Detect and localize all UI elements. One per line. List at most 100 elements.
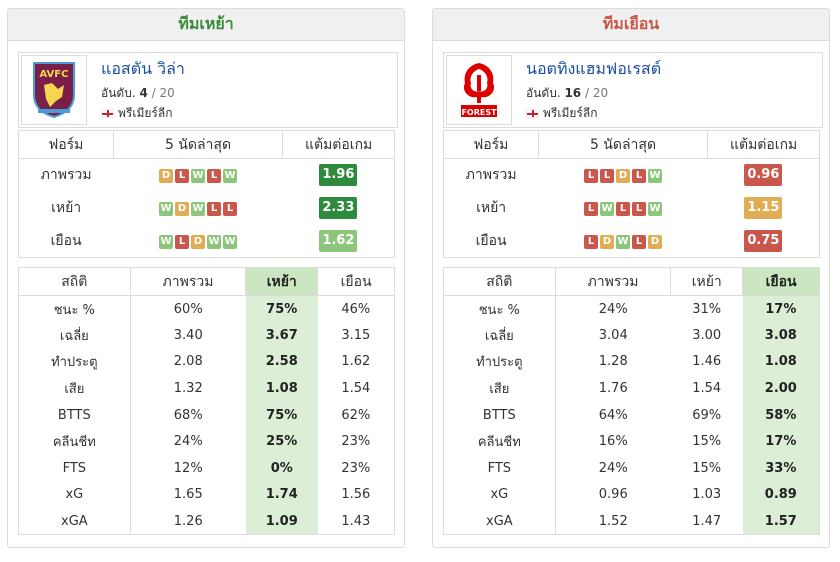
- form-result-badge[interactable]: D: [600, 234, 614, 249]
- ppg-badge: 1.62: [319, 229, 358, 252]
- stats-row: เสีย 1.76 1.54 2.00: [443, 375, 820, 402]
- form-result-badge[interactable]: L: [632, 202, 646, 216]
- stats-row: เฉลี่ย 3.40 3.67 3.15: [18, 322, 395, 349]
- form-result-badge[interactable]: W: [223, 169, 237, 184]
- form-results: LDWLD: [538, 224, 708, 258]
- stats-value-cell: 33%: [742, 455, 820, 482]
- stats-value-cell: 25%: [245, 428, 318, 456]
- form-result-badge[interactable]: L: [600, 169, 614, 184]
- aston-villa-crest-icon[interactable]: AVFC: [21, 55, 87, 125]
- form-header-cell: แต้มต่อเกม: [282, 130, 395, 159]
- stats-header-cell: เยือน: [742, 267, 820, 296]
- form-result-badge[interactable]: L: [175, 169, 189, 184]
- stats-value-cell: 16%: [598, 434, 628, 450]
- form-result-badge[interactable]: L: [223, 202, 237, 216]
- form-result-badge[interactable]: W: [223, 234, 237, 249]
- form-result-badge[interactable]: W: [159, 234, 173, 249]
- ppg-cell: 2.33: [282, 191, 395, 225]
- ppg-badge: 2.33: [319, 197, 358, 219]
- rank-prefix: อันดับ.: [101, 86, 140, 100]
- form-result-badge[interactable]: D: [159, 169, 173, 184]
- rank-prefix: อันดับ.: [526, 86, 565, 100]
- form-row: เหย้า WDWLL 2.33: [18, 191, 395, 225]
- stats-value-cell: 3.04: [598, 327, 628, 343]
- ppg-badge: 1.96: [319, 164, 358, 187]
- stats-row-label: BTTS: [18, 401, 131, 429]
- stats-row: xGA 1.52 1.47 1.57: [443, 508, 820, 536]
- stats-value-cell: 17%: [742, 295, 820, 323]
- stats-row: ชนะ % 60% 75% 46%: [18, 295, 395, 323]
- form-header-cell: ฟอร์ม: [18, 130, 114, 159]
- stats-header-cell: เยือน: [317, 267, 395, 296]
- form-header-row: ฟอร์ม 5 นัดล่าสุด แต้มต่อเกม: [18, 130, 395, 159]
- form-result-badge[interactable]: L: [175, 234, 189, 249]
- rank-total: / 20: [147, 86, 175, 100]
- stats-value-cell: 1.46: [692, 354, 722, 370]
- form-result-badge[interactable]: W: [191, 169, 205, 184]
- nottingham-forest-crest-icon[interactable]: FOREST: [446, 55, 512, 125]
- form-result-badge[interactable]: L: [632, 169, 646, 184]
- stats-row: คลีนชีท 24% 25% 23%: [18, 428, 395, 456]
- stats-row: คลีนชีท 16% 15% 17%: [443, 428, 820, 456]
- stats-header-cell: สถิติ: [18, 267, 131, 296]
- form-result-badge[interactable]: L: [584, 234, 598, 249]
- stats-value-cell: 1.76: [598, 381, 628, 397]
- stats-value-cell: 64%: [598, 407, 628, 423]
- stats-row: BTTS 68% 75% 62%: [18, 401, 395, 429]
- stats-header-cell: ภาพรวม: [129, 267, 247, 296]
- stats-value-cell: 2.00: [742, 375, 820, 402]
- form-result-badge[interactable]: W: [648, 169, 662, 184]
- form-header-cell: 5 นัดล่าสุด: [537, 130, 709, 159]
- form-result-badge[interactable]: D: [175, 202, 189, 216]
- home-form-table: ฟอร์ม 5 นัดล่าสุด แต้มต่อเกม ภาพรวม DLWLW …: [18, 130, 395, 258]
- stats-row-label: FTS: [18, 455, 131, 482]
- form-result-badge[interactable]: W: [191, 202, 205, 216]
- form-result-badge[interactable]: W: [159, 202, 173, 216]
- stats-row-label: xG: [443, 481, 556, 509]
- form-row: ภาพรวม DLWLW 1.96: [18, 158, 395, 192]
- form-row: เยือน LDWLD 0.75: [443, 224, 820, 258]
- form-result-badge[interactable]: L: [207, 202, 221, 216]
- form-result-badge[interactable]: L: [207, 169, 221, 184]
- stats-row-label: คลีนชีท: [18, 428, 131, 456]
- stats-row-label: เสีย: [18, 375, 131, 402]
- form-result-badge[interactable]: D: [191, 234, 205, 249]
- form-result-badge[interactable]: L: [632, 234, 646, 249]
- form-result-badge[interactable]: W: [207, 234, 221, 249]
- form-result-badge[interactable]: L: [584, 202, 598, 216]
- form-result-badge[interactable]: W: [600, 202, 614, 216]
- form-results: WLDWW: [113, 224, 283, 258]
- form-result-badge[interactable]: D: [648, 234, 662, 249]
- stats-value-cell: 3.40: [173, 327, 203, 343]
- stats-value-cell: 31%: [692, 301, 722, 317]
- stats-value-cell: 1.74: [245, 481, 318, 509]
- form-row-label: เยือน: [18, 224, 114, 258]
- away-panel-heading: ทีมเยือน: [433, 9, 829, 41]
- form-result-badge[interactable]: W: [648, 202, 662, 216]
- stats-value-cell: 23%: [317, 428, 395, 456]
- form-result-badge[interactable]: D: [616, 169, 630, 184]
- form-result-badge[interactable]: W: [616, 234, 630, 249]
- ppg-cell: 1.96: [282, 158, 395, 192]
- form-results: LLDLW: [538, 159, 707, 192]
- svg-text:AVFC: AVFC: [40, 69, 69, 80]
- rank-value: 16: [564, 86, 582, 100]
- stats-value-cell: 24%: [598, 460, 628, 476]
- away-stats-table: สถิติ ภาพรวม เหย้า เยือน ชนะ % 24% 31% 17% เฉลี่…: [443, 267, 820, 536]
- home-team-name-link[interactable]: แอสตัน วิล่า: [101, 57, 185, 82]
- stats-value-cell: 1.65: [173, 487, 203, 503]
- form-result-badge[interactable]: L: [616, 202, 630, 216]
- away-team-name-link[interactable]: นอตทิงแฮมฟอเรสต์: [526, 57, 661, 82]
- stats-header-cell: ภาพรวม: [554, 267, 672, 296]
- ppg-cell: 1.15: [707, 191, 820, 225]
- stats-header-cell: เหย้า: [670, 267, 744, 296]
- stats-row-label: ชนะ %: [443, 295, 556, 323]
- stats-row: xG 1.65 1.74 1.56: [18, 481, 395, 509]
- form-row-label: ภาพรวม: [18, 158, 114, 192]
- ppg-badge: 0.96: [744, 164, 783, 187]
- stats-value-cell: 2.58: [245, 348, 318, 376]
- away-form-table: ฟอร์ม 5 นัดล่าสุด แต้มต่อเกม ภาพรวม LLDLW …: [443, 130, 820, 258]
- ppg-cell: 0.75: [707, 224, 820, 258]
- form-result-badge[interactable]: L: [584, 169, 598, 184]
- stats-value-cell: 1.28: [598, 354, 628, 370]
